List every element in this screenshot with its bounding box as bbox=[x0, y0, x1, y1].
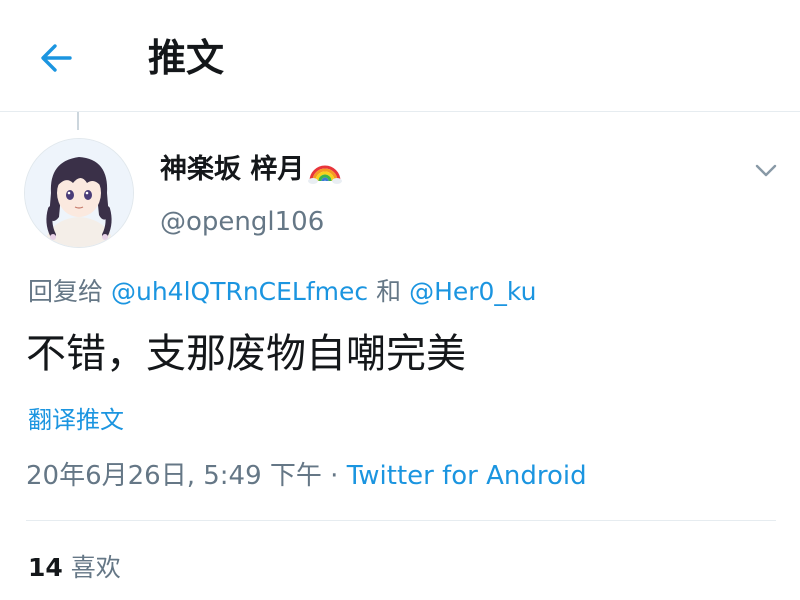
thread-connector-line bbox=[77, 112, 79, 130]
author-name[interactable]: 神楽坂 梓月 bbox=[160, 150, 343, 190]
arrow-left-icon bbox=[41, 44, 72, 72]
likes-count: 14 bbox=[28, 553, 63, 582]
tweet-text: 不错，支那废物自嘲完美 bbox=[26, 331, 466, 377]
reply-to-line: 回复给 @uh4lQTRnCELfmec 和 @Her0_ku bbox=[28, 272, 536, 312]
chevron-down-icon bbox=[755, 164, 777, 177]
meta-separator: · bbox=[330, 461, 339, 491]
divider bbox=[26, 520, 776, 521]
author-handle[interactable]: @opengl106 bbox=[160, 202, 324, 242]
tweet-options-button[interactable] bbox=[748, 152, 784, 188]
likes-stat[interactable]: 14 喜欢 bbox=[28, 548, 121, 588]
rainbow-icon bbox=[308, 165, 343, 184]
tweet-detail-screen: 推文 神楽坂 梓月 @opengl106 回复给 @uh4lQTRnCELfme… bbox=[0, 0, 800, 600]
avatar[interactable] bbox=[24, 138, 134, 248]
top-bar: 推文 bbox=[0, 0, 800, 112]
tweet-timestamp[interactable]: 20年6月26日, 5:49 下午 bbox=[26, 461, 322, 491]
back-button[interactable] bbox=[28, 30, 84, 86]
reply-mention-2[interactable]: @Her0_ku bbox=[409, 277, 536, 306]
likes-label: 喜欢 bbox=[70, 553, 121, 582]
author-name-text: 神楽坂 梓月 bbox=[160, 154, 305, 185]
anime-girl-avatar-image bbox=[25, 139, 133, 247]
reply-mention-1[interactable]: @uh4lQTRnCELfmec bbox=[111, 277, 368, 306]
reply-prefix: 回复给 bbox=[28, 277, 104, 306]
translate-tweet-link[interactable]: 翻译推文 bbox=[28, 400, 124, 440]
page-title: 推文 bbox=[148, 36, 225, 80]
reply-joiner: 和 bbox=[376, 277, 402, 306]
tweet-meta: 20年6月26日, 5:49 下午 · Twitter for Android bbox=[26, 456, 587, 496]
tweet-source-link[interactable]: Twitter for Android bbox=[347, 461, 587, 491]
